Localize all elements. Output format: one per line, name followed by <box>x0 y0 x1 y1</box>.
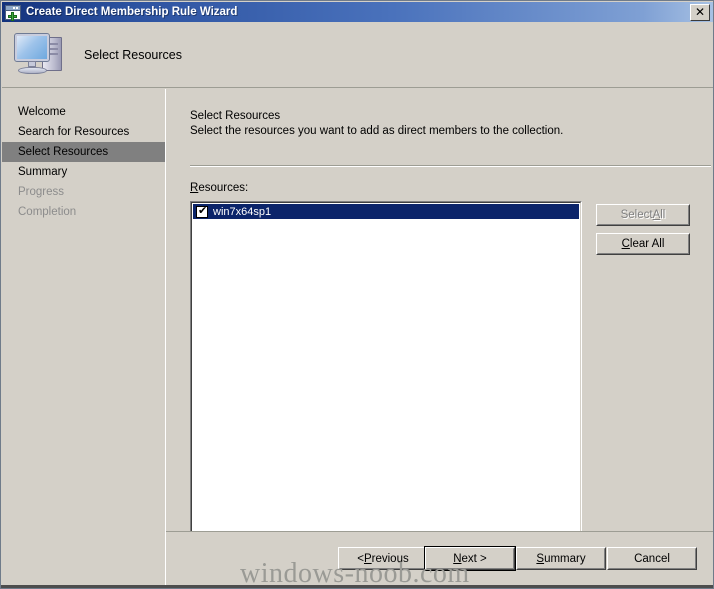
next-button[interactable]: Next > <box>424 546 516 571</box>
wizard-window-plus-icon <box>5 4 21 21</box>
list-item-checkbox[interactable]: ✔ <box>196 203 208 218</box>
sidebar-item-completion: Completion <box>2 202 165 222</box>
sidebar-item-label: Welcome <box>18 106 66 118</box>
summary-label-post: ummary <box>544 552 586 565</box>
wizard-step-sidebar: Welcome Search for Resources Select Reso… <box>2 89 165 588</box>
wizard-header: Select Resources <box>2 22 713 87</box>
sidebar-item-select-resources[interactable]: Select Resources <box>2 142 165 162</box>
select-all-accesskey: A <box>652 209 661 221</box>
summary-accesskey: S <box>536 552 545 565</box>
previous-label-pre: < <box>357 552 364 565</box>
clear-all-accesskey: C <box>621 238 630 250</box>
clear-all-button[interactable]: Clear All <box>596 233 690 255</box>
resources-label-rest: esources: <box>198 182 249 194</box>
previous-button[interactable]: < Previous <box>338 547 428 570</box>
next-accesskey: N <box>453 552 462 565</box>
page-title: Select Resources <box>190 110 281 122</box>
clear-all-label-post: lear All <box>629 238 665 250</box>
select-all-label-post: ll <box>660 209 666 221</box>
sidebar-item-label: Summary <box>18 166 68 178</box>
sidebar-item-label: Completion <box>18 206 77 218</box>
select-all-button: Select All <box>596 204 690 226</box>
previous-label-post: revious <box>371 552 409 565</box>
resources-label: Resources: <box>190 182 248 194</box>
sidebar-item-label: Select Resources <box>18 146 109 158</box>
main-content: Select Resources Select the resources yo… <box>166 89 713 548</box>
sidebar-item-search-for-resources[interactable]: Search for Resources <box>2 122 165 142</box>
page-description: Select the resources you want to add as … <box>190 125 564 137</box>
sidebar-item-label: Progress <box>18 186 65 198</box>
next-label-post: ext > <box>461 552 487 565</box>
close-icon: ✕ <box>694 5 706 19</box>
sidebar-item-progress: Progress <box>2 182 165 202</box>
sidebar-item-label: Search for Resources <box>18 126 130 138</box>
sidebar-item-welcome[interactable]: Welcome <box>2 102 165 122</box>
header-divider <box>2 87 713 88</box>
resources-listbox[interactable]: ✔ win7x64sp1 <box>190 201 582 548</box>
list-item-label: win7x64sp1 <box>213 205 272 218</box>
content-divider <box>190 165 711 167</box>
wizard-footer: < Previous Next > Summary Cancel <box>166 532 713 588</box>
computer-monitor-icon <box>12 29 70 81</box>
title-bar: Create Direct Membership Rule Wizard ✕ <box>2 2 713 22</box>
sidebar-item-summary[interactable]: Summary <box>2 162 165 182</box>
header-title: Select Resources <box>84 47 182 62</box>
wizard-window: Create Direct Membership Rule Wizard ✕ S… <box>0 0 714 589</box>
cancel-label-post: Cancel <box>634 552 670 565</box>
list-item[interactable]: ✔ win7x64sp1 <box>193 204 579 219</box>
window-bottom-edge <box>1 585 713 588</box>
previous-accesskey: P <box>363 552 372 565</box>
close-button[interactable]: ✕ <box>690 4 710 21</box>
checkmark-icon: ✔ <box>198 203 208 217</box>
window-title: Create Direct Membership Rule Wizard <box>26 6 238 18</box>
cancel-button[interactable]: Cancel <box>607 547 697 570</box>
summary-button[interactable]: Summary <box>516 547 606 570</box>
select-all-label-pre: Select <box>620 209 653 221</box>
